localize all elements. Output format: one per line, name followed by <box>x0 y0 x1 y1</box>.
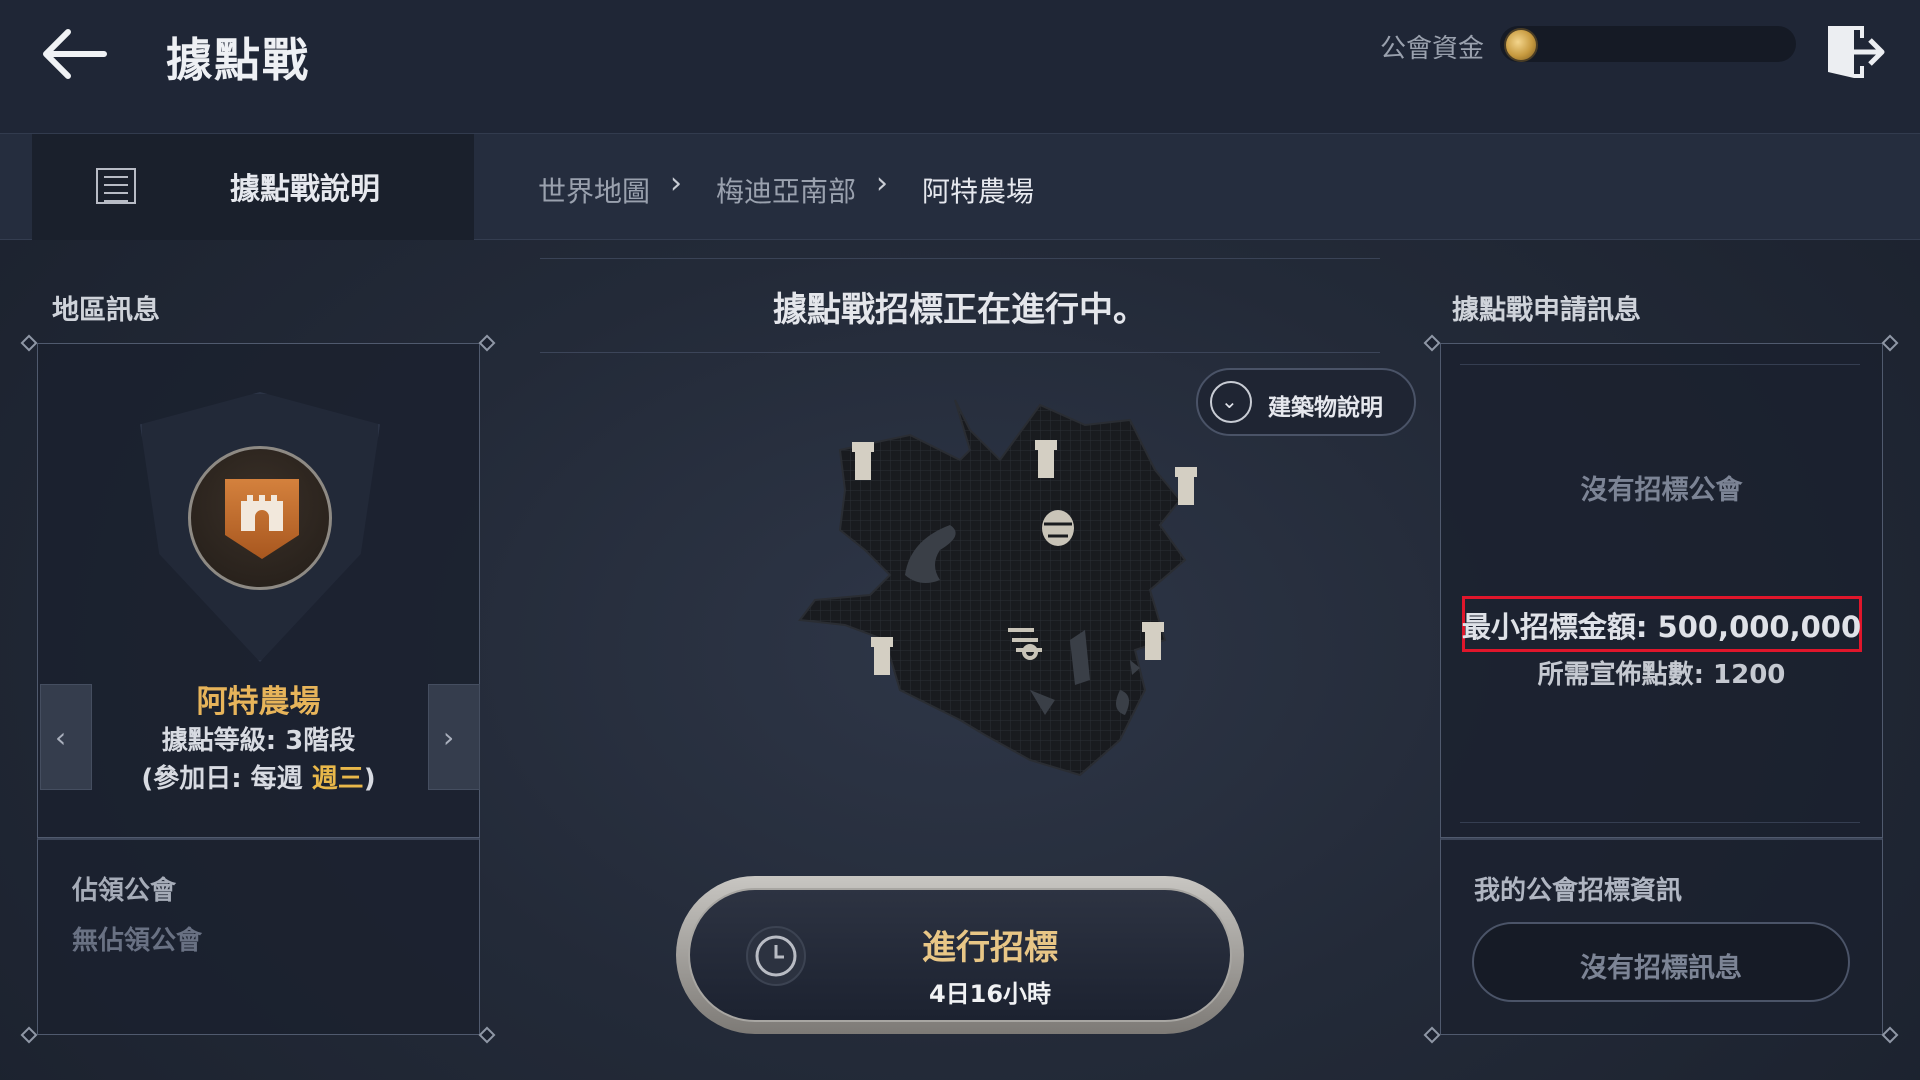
coin-icon <box>1504 28 1538 62</box>
breadcrumb-region[interactable]: 梅迪亞南部 <box>716 170 856 210</box>
region-name: 阿特農場 <box>196 684 321 720</box>
region-info-title: 地區訊息 <box>52 295 160 326</box>
panel-corner-ornament <box>20 334 38 352</box>
guild-funds-bar <box>1500 26 1796 62</box>
place-bid-button-inner: 進行招標 4日16小時 <box>688 888 1232 1022</box>
panel-corner-ornament <box>1423 1026 1441 1044</box>
my-guild-bid-title: 我的公會招標資訊 <box>1474 876 1683 906</box>
building-info-button[interactable]: ⌄ 建築物說明 <box>1196 368 1416 436</box>
tower-icon[interactable] <box>852 442 874 480</box>
siege-guide-label: 據點戰說明 <box>230 172 380 207</box>
siege-application-panel <box>1440 343 1883 838</box>
no-bidding-guild-text: 沒有招標公會 <box>1580 475 1743 506</box>
minimum-bid-amount: 最小招標金額: 500,000,000 <box>1461 610 1862 644</box>
panel-corner-ornament <box>478 334 496 352</box>
panel-corner-ornament <box>20 1026 38 1044</box>
my-guild-bid-button[interactable]: 沒有招標訊息 <box>1472 922 1850 1002</box>
occupying-guild-value: 無佔領公會 <box>72 926 203 956</box>
tower-icon[interactable] <box>871 637 893 675</box>
required-declaration-points: 所需宣佈點數: 1200 <box>1537 660 1786 690</box>
building-info-label: 建築物說明 <box>1268 395 1383 421</box>
panel-corner-ornament <box>1881 1026 1899 1044</box>
panel-corner-ornament <box>1423 334 1441 352</box>
region-level: 據點等級: 3階段 <box>161 726 356 756</box>
participation-day-highlight: 週三 <box>311 764 364 794</box>
place-bid-button[interactable]: 進行招標 4日16小時 <box>676 876 1244 1034</box>
participation-day: (參加日: 每週 週三) <box>37 758 480 795</box>
page-title: 據點戰 <box>166 33 310 87</box>
occupying-guild-title: 佔領公會 <box>72 876 177 906</box>
chevron-right-icon: › <box>876 166 888 201</box>
siege-status-title: 據點戰招標正在進行中。 <box>773 290 1147 330</box>
back-button[interactable] <box>34 22 116 86</box>
place-bid-label: 進行招標 <box>922 928 1058 968</box>
castle-gate-icon <box>225 479 299 559</box>
tower-icon[interactable] <box>1035 440 1057 478</box>
bid-time-remaining: 4日16小時 <box>928 980 1052 1008</box>
monster-icon[interactable] <box>1042 510 1074 546</box>
my-guild-bid-value: 沒有招標訊息 <box>1580 953 1742 984</box>
divider <box>1460 822 1860 823</box>
siege-application-title: 據點戰申請訊息 <box>1452 295 1641 326</box>
panel-corner-ornament <box>478 1026 496 1044</box>
breadcrumb-current: 阿特農場 <box>922 175 1035 208</box>
exit-door-icon <box>1828 26 1885 78</box>
chevron-right-icon: › <box>670 166 682 201</box>
divider <box>540 352 1380 353</box>
region-map[interactable] <box>790 390 1220 790</box>
guild-funds-label: 公會資金 <box>1380 34 1485 64</box>
tower-icon[interactable] <box>1175 467 1197 505</box>
region-emblem <box>188 446 332 590</box>
breadcrumb-world-map[interactable]: 世界地圖 <box>538 170 650 210</box>
exit-button[interactable] <box>1822 20 1888 84</box>
arrow-left-icon <box>43 29 107 79</box>
tower-icon[interactable] <box>1142 622 1164 660</box>
document-list-icon <box>96 168 136 204</box>
panel-corner-ornament <box>1881 334 1899 352</box>
clock-icon <box>746 926 806 986</box>
participation-day-prefix: (參加日: 每週 <box>141 764 312 794</box>
participation-day-suffix: ) <box>363 764 376 794</box>
divider <box>1460 364 1860 365</box>
divider <box>540 258 1380 259</box>
siege-guide-button[interactable]: 據點戰說明 <box>32 134 474 240</box>
